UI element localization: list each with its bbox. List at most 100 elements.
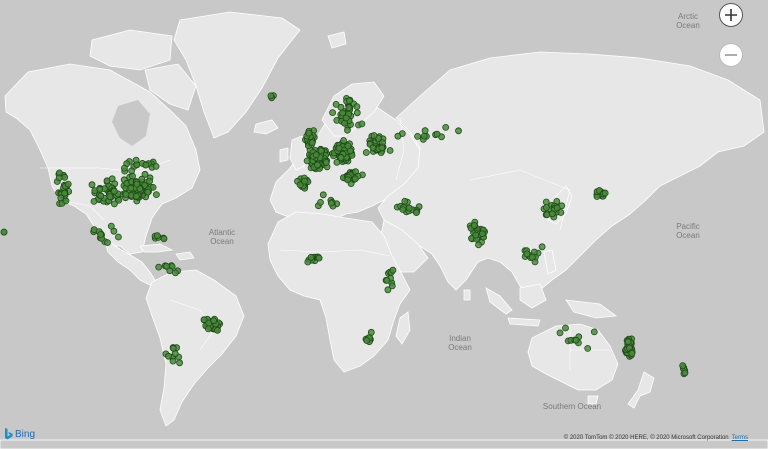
data-point-africa-west[interactable]: [307, 253, 315, 261]
data-point-russia[interactable]: [421, 127, 429, 135]
data-point-north-america-central[interactable]: [97, 192, 105, 200]
zoom-in-button[interactable]: [719, 3, 743, 27]
data-point-south-america-north[interactable]: [155, 263, 163, 271]
data-point-europe-west[interactable]: [317, 147, 325, 155]
data-point-europe-central[interactable]: [344, 142, 352, 150]
data-point-middle-east[interactable]: [399, 206, 407, 213]
data-point-north-america-west[interactable]: [61, 173, 69, 181]
data-point-eastern-europe[interactable]: [369, 144, 377, 152]
data-point-scandinavia[interactable]: [329, 109, 337, 116]
data-point-uk-ireland[interactable]: [305, 129, 313, 137]
data-point-australia-other[interactable]: [556, 329, 564, 337]
data-point-africa-east[interactable]: [383, 276, 391, 284]
data-point-canada[interactable]: [121, 164, 128, 172]
data-point-eastern-europe[interactable]: [362, 149, 370, 156]
data-point-north-america-central[interactable]: [110, 187, 118, 195]
data-point-russia[interactable]: [414, 132, 422, 140]
data-point-north-america-east[interactable]: [122, 191, 130, 198]
zoom-out-button[interactable]: [719, 43, 743, 67]
data-point-scandinavia[interactable]: [342, 114, 350, 122]
data-point-north-america-east[interactable]: [129, 172, 136, 180]
data-point-europe-west[interactable]: [312, 151, 320, 159]
data-point-italy-balkans[interactable]: [351, 175, 359, 183]
data-point-canada[interactable]: [152, 162, 160, 170]
data-point-mexico-central-america[interactable]: [107, 222, 115, 230]
data-point-middle-east[interactable]: [412, 209, 420, 217]
data-point-china[interactable]: [553, 204, 561, 212]
data-point-china[interactable]: [548, 210, 556, 218]
data-point-north-america-east[interactable]: [152, 191, 160, 199]
data-point-scandinavia[interactable]: [332, 101, 340, 108]
data-point-japan-korea[interactable]: [601, 189, 609, 197]
data-point-north-america-central[interactable]: [106, 193, 114, 201]
data-point-canada[interactable]: [142, 161, 150, 169]
data-point-argentina-chile[interactable]: [176, 359, 184, 367]
data-point-north-america-east[interactable]: [133, 180, 141, 188]
data-point-scandinavia[interactable]: [358, 120, 366, 128]
data-point-russia[interactable]: [394, 132, 402, 140]
data-point-brazil-south[interactable]: [210, 317, 218, 325]
data-point-north-america-central[interactable]: [88, 181, 96, 189]
data-point-caribbean[interactable]: [160, 235, 168, 243]
data-point-north-america-west[interactable]: [64, 180, 72, 188]
data-point-australia-other[interactable]: [562, 324, 569, 332]
data-point-southeast-asia[interactable]: [528, 253, 536, 261]
data-point-scandinavia[interactable]: [345, 97, 353, 105]
data-point-australia-east[interactable]: [624, 338, 632, 346]
data-point-europe-west[interactable]: [322, 159, 330, 166]
data-point-north-america-central[interactable]: [111, 200, 118, 208]
data-point-russia[interactable]: [442, 124, 450, 131]
data-point-italy-balkans[interactable]: [344, 176, 352, 184]
data-point-north-africa[interactable]: [327, 199, 335, 207]
data-point-eastern-europe[interactable]: [378, 144, 386, 152]
data-point-south-africa[interactable]: [363, 337, 371, 344]
data-point-canada[interactable]: [128, 167, 136, 175]
data-point-north-america-east[interactable]: [132, 192, 140, 200]
data-point-argentina-chile[interactable]: [169, 344, 177, 352]
data-point-india[interactable]: [475, 241, 482, 249]
data-point-mexico-central-america[interactable]: [90, 226, 98, 234]
data-point-africa-east[interactable]: [389, 266, 397, 274]
data-point-africa-east[interactable]: [388, 282, 396, 290]
data-point-europe-west[interactable]: [303, 157, 311, 165]
data-point-north-america-east[interactable]: [146, 177, 154, 185]
data-point-iberia[interactable]: [301, 177, 308, 185]
data-point-north-america-central[interactable]: [103, 177, 111, 185]
data-point-scandinavia[interactable]: [344, 126, 351, 134]
data-point-india[interactable]: [472, 231, 480, 239]
data-point-india[interactable]: [478, 230, 486, 238]
data-point-mexico-central-america[interactable]: [97, 231, 104, 238]
data-point-north-america-west[interactable]: [61, 189, 68, 197]
data-point-hawaii[interactable]: [0, 228, 8, 236]
data-point-new-zealand[interactable]: [679, 362, 687, 370]
data-point-southeast-asia[interactable]: [538, 243, 546, 251]
data-point-europe-west[interactable]: [313, 161, 321, 169]
data-point-australia-other[interactable]: [590, 328, 598, 336]
data-point-eastern-europe[interactable]: [386, 147, 394, 154]
bing-logo[interactable]: Bing: [4, 428, 35, 440]
data-point-india[interactable]: [470, 221, 478, 229]
data-point-australia-other[interactable]: [572, 336, 580, 344]
world-map[interactable]: [0, 0, 768, 449]
data-point-north-america-central[interactable]: [96, 185, 104, 193]
data-point-mexico-central-america[interactable]: [104, 239, 111, 247]
data-point-middle-east[interactable]: [401, 197, 409, 205]
data-point-north-america-east[interactable]: [144, 188, 152, 196]
data-point-north-america-central[interactable]: [90, 197, 98, 205]
data-point-uk-ireland[interactable]: [308, 139, 316, 147]
data-point-north-africa[interactable]: [317, 198, 324, 206]
data-point-russia[interactable]: [455, 127, 462, 135]
data-point-brazil-south[interactable]: [204, 325, 212, 333]
data-point-eastern-europe[interactable]: [370, 132, 378, 139]
data-point-europe-central[interactable]: [335, 144, 343, 152]
data-point-canada[interactable]: [132, 156, 140, 164]
data-point-russia[interactable]: [433, 130, 441, 138]
data-point-north-africa[interactable]: [319, 191, 327, 199]
data-point-southeast-asia[interactable]: [523, 250, 531, 258]
data-point-argentina-chile[interactable]: [169, 357, 177, 365]
data-point-scandinavia[interactable]: [353, 109, 361, 117]
data-point-africa-west[interactable]: [315, 254, 323, 262]
data-point-brazil-south[interactable]: [214, 326, 221, 334]
data-point-australia-other[interactable]: [584, 344, 592, 352]
data-point-south-america-north[interactable]: [163, 262, 171, 270]
